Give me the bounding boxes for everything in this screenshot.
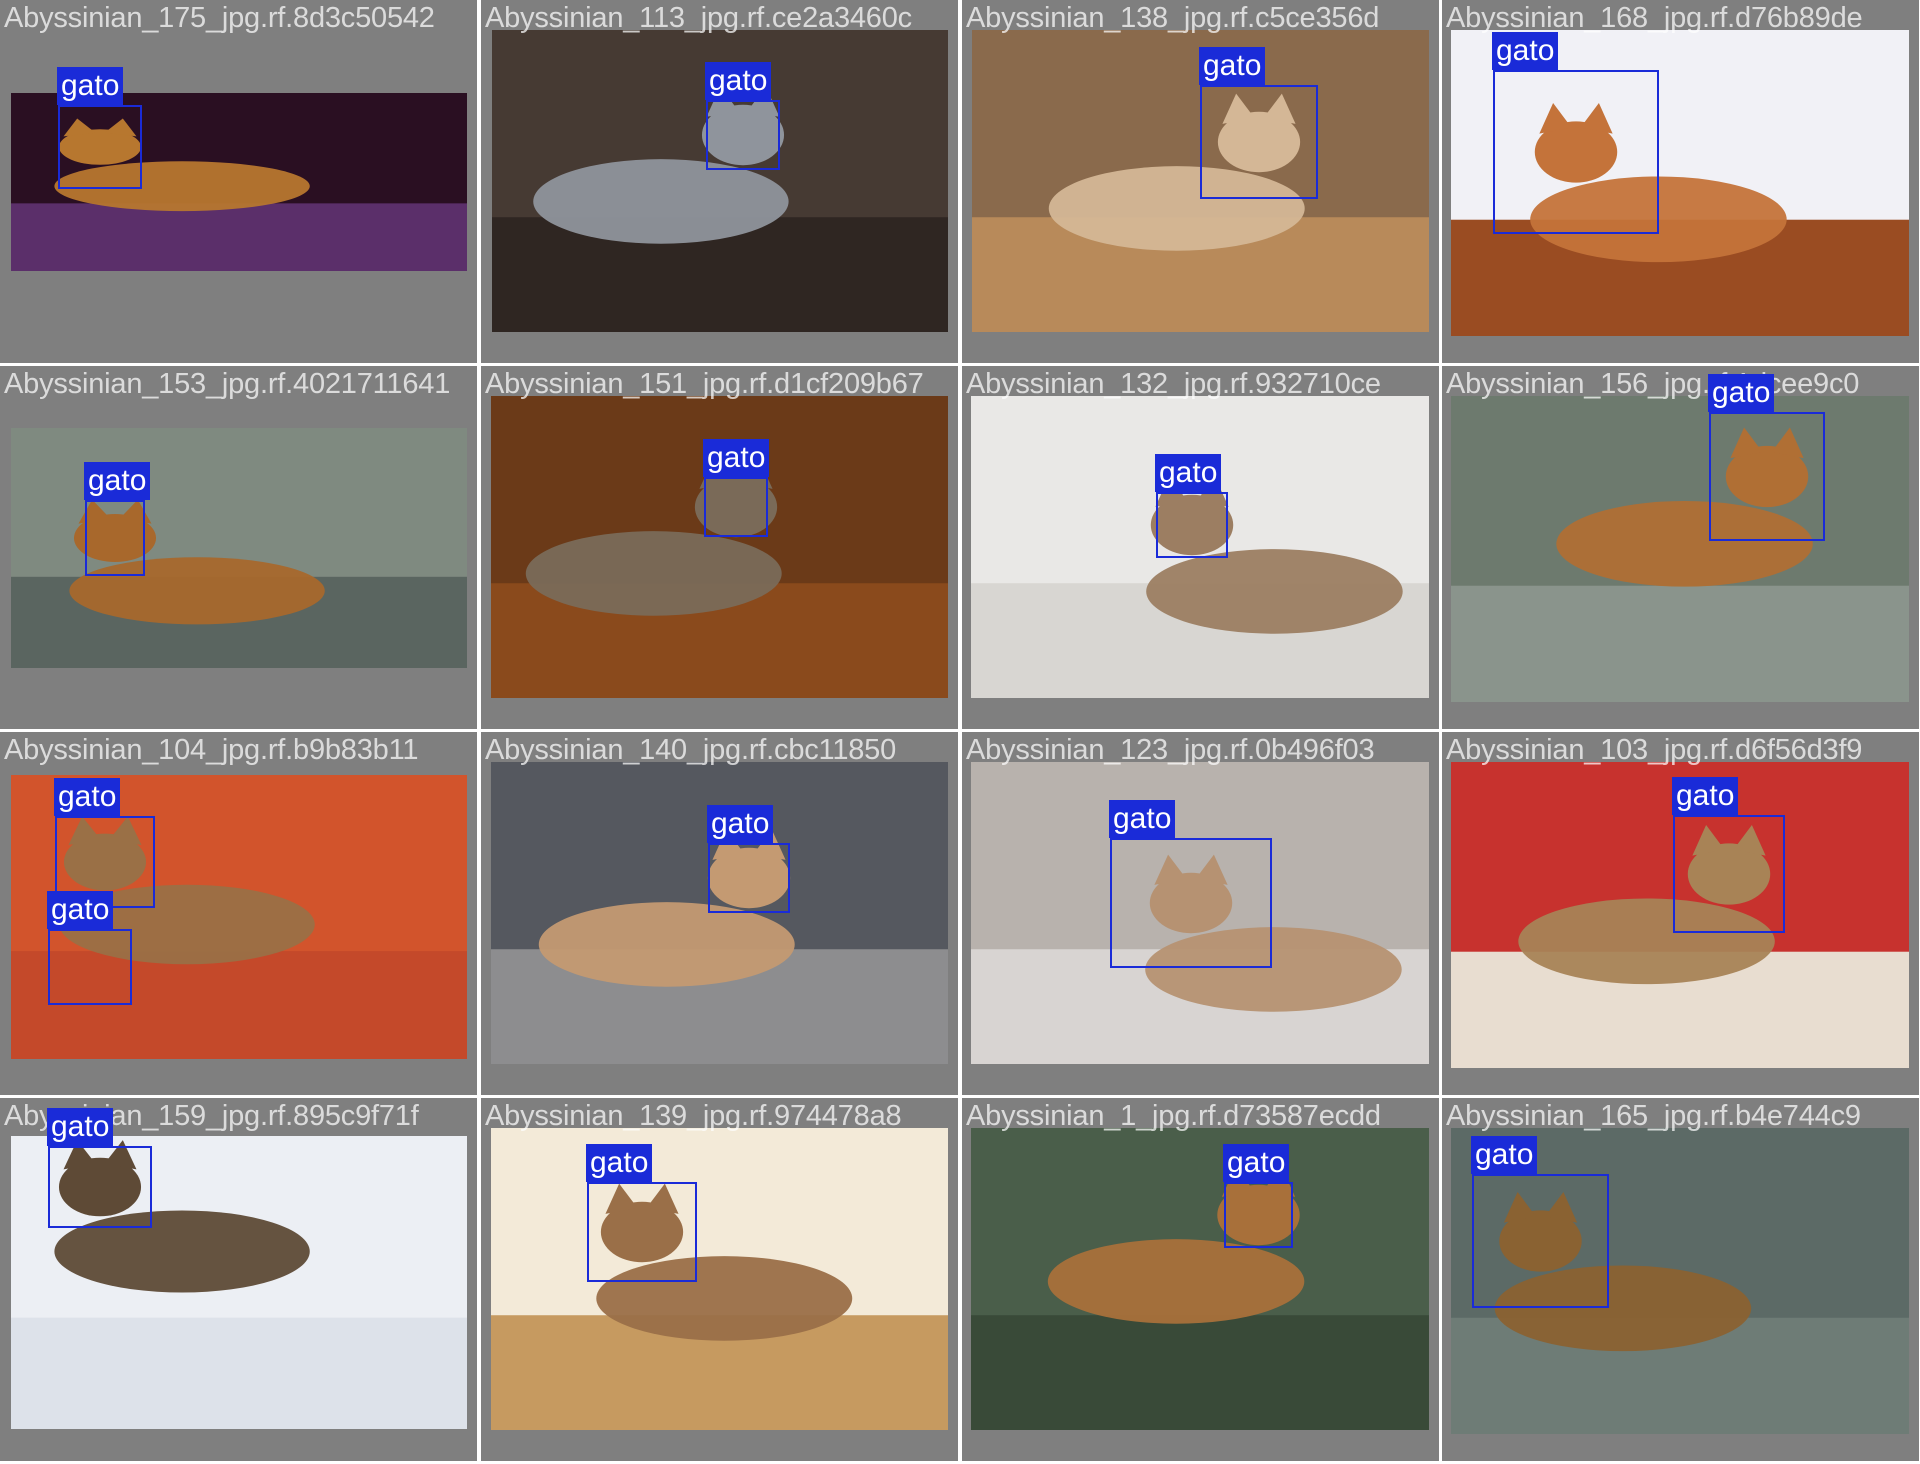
detection-label: gato: [47, 1108, 114, 1146]
grid-tile: Abyssinian_151_jpg.rf.d1cf209b67gato: [481, 366, 958, 729]
image-filename: Abyssinian_165_jpg.rf.b4e744c9: [1446, 1100, 1861, 1132]
detection-box: [1200, 85, 1318, 199]
detection-label: gato: [54, 778, 121, 816]
cat-photo: [11, 428, 467, 668]
detection-box: [48, 1146, 152, 1228]
grid-tile: Abyssinian_165_jpg.rf.b4e744c9gato: [1442, 1098, 1919, 1461]
detection-box: [708, 843, 790, 913]
grid-tile: Abyssinian_139_jpg.rf.974478a8gato: [481, 1098, 958, 1461]
grid-tile: Abyssinian_132_jpg.rf.932710cegato: [962, 366, 1439, 729]
photo-scene: [971, 1128, 1429, 1430]
detection-box: [1472, 1174, 1609, 1308]
photo-scene: [491, 1128, 948, 1430]
image-filename: Abyssinian_113_jpg.rf.ce2a3460c: [485, 2, 912, 34]
detection-label: gato: [1199, 47, 1266, 85]
image-filename: Abyssinian_175_jpg.rf.8d3c50542: [4, 2, 435, 34]
detection-label: gato: [57, 67, 124, 105]
detection-label: gato: [1223, 1144, 1290, 1182]
detection-label: gato: [705, 62, 772, 100]
detection-box: [1673, 815, 1785, 933]
grid-tile: Abyssinian_104_jpg.rf.b9b83b11gato gato: [0, 732, 477, 1095]
detection-label: gato: [47, 891, 114, 929]
detection-label: gato: [1155, 454, 1222, 492]
image-filename: Abyssinian_140_jpg.rf.cbc11850: [485, 734, 897, 766]
image-filename: Abyssinian_153_jpg.rf.4021711641: [4, 368, 451, 400]
image-filename: Abyssinian_156_jpg.rf.1dcee9c0: [1446, 368, 1860, 400]
detection-label: gato: [707, 805, 774, 843]
detection-label: gato: [703, 439, 770, 477]
cat-photo: [971, 1128, 1429, 1430]
grid-tile: Abyssinian_168_jpg.rf.d76b89de gato: [1442, 0, 1919, 363]
detection-label: gato: [1672, 777, 1739, 815]
detection-box: [1224, 1182, 1293, 1248]
grid-tile: Abyssinian_159_jpg.rf.895c9f71f gato: [0, 1098, 477, 1461]
detection-box: [85, 500, 145, 576]
detection-label: gato: [1109, 800, 1176, 838]
detection-label: gato: [1492, 32, 1559, 70]
image-filename: Abyssinian_104_jpg.rf.b9b83b11: [4, 734, 419, 766]
detection-box: [706, 100, 780, 170]
image-filename: Abyssinian_1_jpg.rf.d73587ecdd: [966, 1100, 1381, 1132]
grid-tile: Abyssinian_175_jpg.rf.8d3c50542gato: [0, 0, 477, 363]
image-filename: Abyssinian_168_jpg.rf.d76b89de: [1446, 2, 1863, 34]
grid-tile: Abyssinian_153_jpg.rf.4021711641gato: [0, 366, 477, 729]
grid-tile: Abyssinian_1_jpg.rf.d73587ecddgato: [962, 1098, 1439, 1461]
image-filename: Abyssinian_151_jpg.rf.d1cf209b67: [485, 368, 924, 400]
grid-tile: Abyssinian_123_jpg.rf.0b496f03gato: [962, 732, 1439, 1095]
detection-box: [1493, 70, 1659, 234]
photo-scene: [11, 428, 467, 668]
grid-tile: Abyssinian_138_jpg.rf.c5ce356dgato: [962, 0, 1439, 363]
detection-box: [587, 1182, 697, 1282]
image-filename: Abyssinian_103_jpg.rf.d6f56d3f9: [1446, 734, 1863, 766]
image-filename: Abyssinian_123_jpg.rf.0b496f03: [966, 734, 1375, 766]
detection-label: gato: [1708, 374, 1775, 412]
detection-box: [704, 477, 768, 537]
grid-tile: Abyssinian_113_jpg.rf.ce2a3460cgato: [481, 0, 958, 363]
cat-photo: [1451, 396, 1909, 702]
grid-tile: Abyssinian_140_jpg.rf.cbc11850gato: [481, 732, 958, 1095]
image-filename: Abyssinian_138_jpg.rf.c5ce356d: [966, 2, 1380, 34]
detection-label: gato: [586, 1144, 653, 1182]
cat-photo: [491, 1128, 948, 1430]
grid-tile: Abyssinian_103_jpg.rf.d6f56d3f9gato: [1442, 732, 1919, 1095]
detection-grid: Abyssinian_175_jpg.rf.8d3c50542 gato Abyss…: [0, 0, 1920, 1464]
detection-box: [1110, 838, 1272, 968]
detection-label: gato: [1471, 1136, 1538, 1174]
detection-box: [1709, 412, 1825, 541]
detection-box: [48, 929, 132, 1005]
detection-box: [1156, 492, 1228, 558]
detection-box: [58, 105, 142, 189]
grid-tile: Abyssinian_156_jpg.rf.1dcee9c0 gato: [1442, 366, 1919, 729]
detection-label: gato: [84, 462, 151, 500]
image-filename: Abyssinian_139_jpg.rf.974478a8: [485, 1100, 902, 1132]
photo-scene: [1451, 396, 1909, 702]
image-filename: Abyssinian_132_jpg.rf.932710ce: [966, 368, 1381, 400]
